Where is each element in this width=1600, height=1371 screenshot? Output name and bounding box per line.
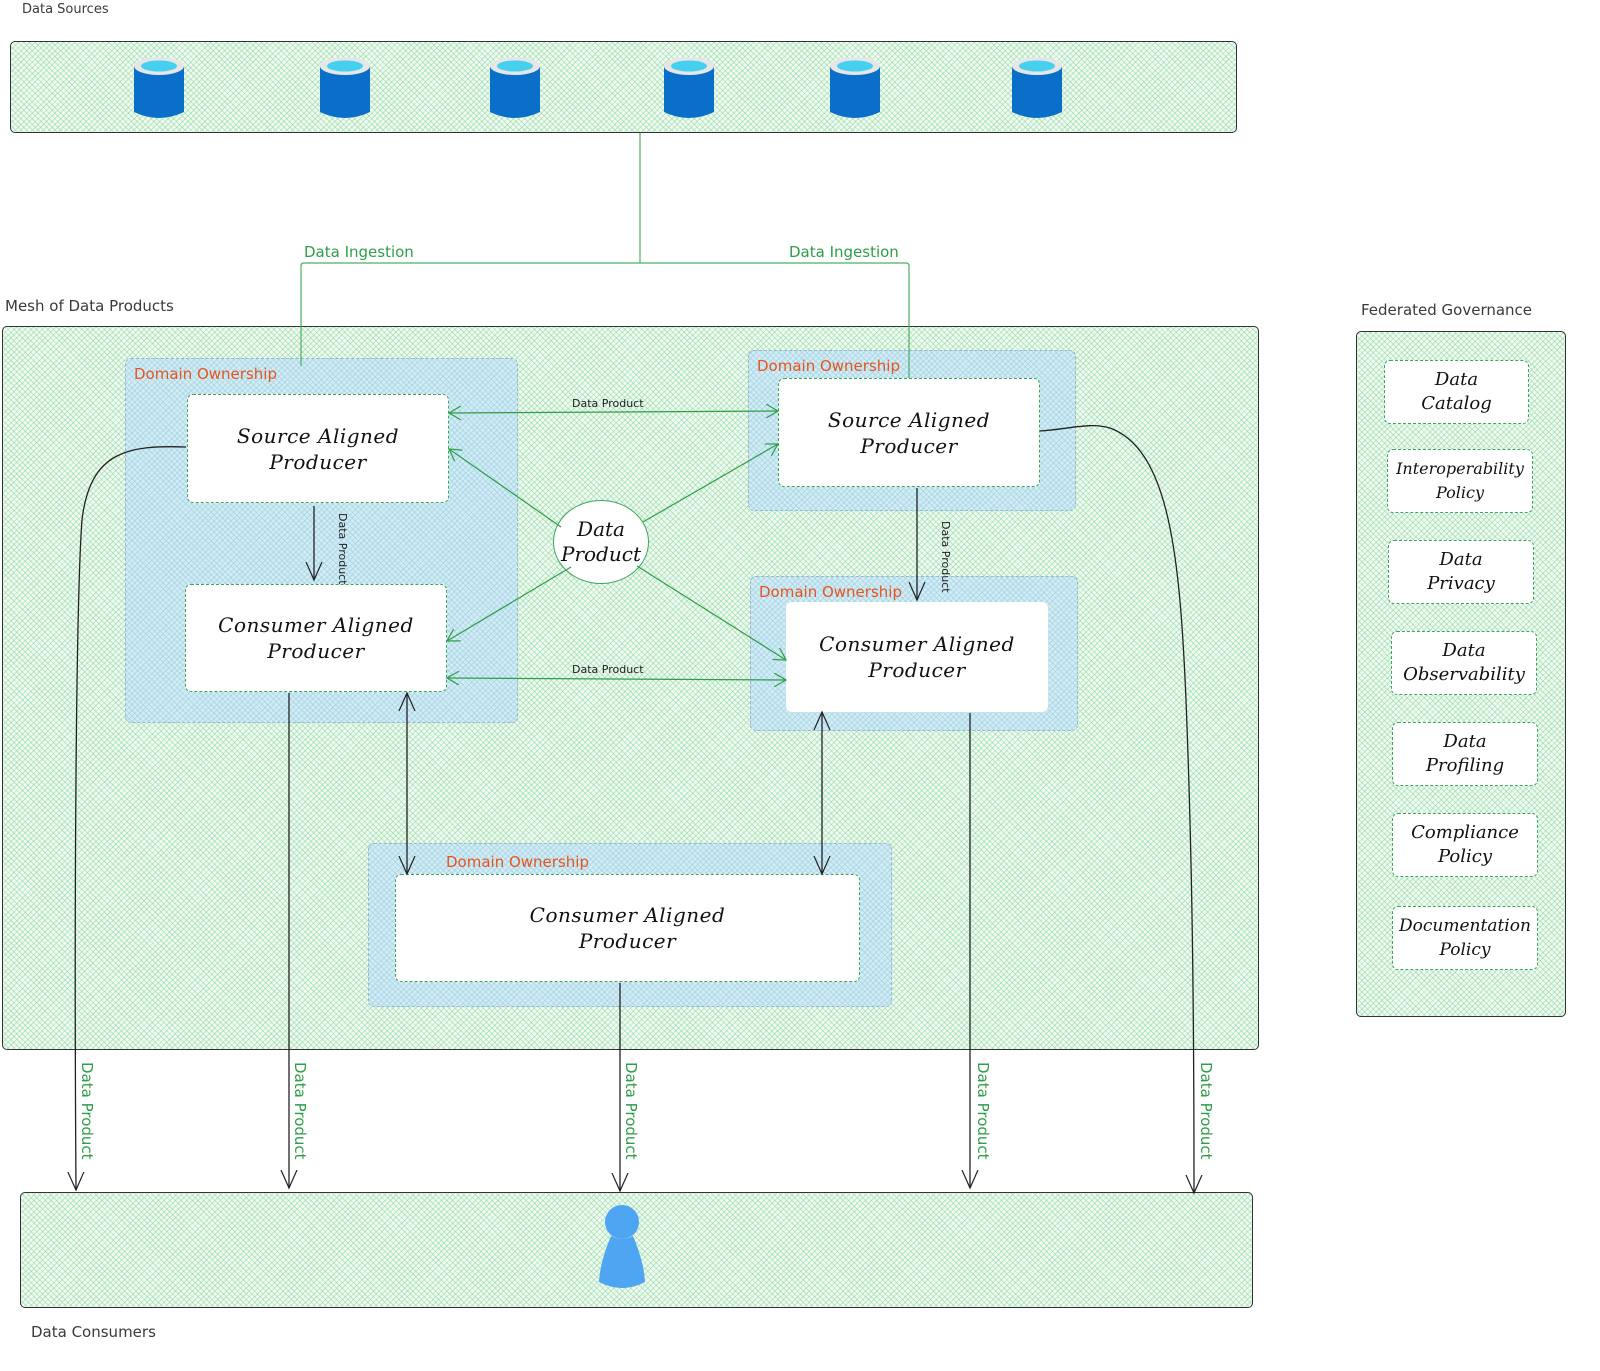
node-line: Producer [269,449,367,474]
database-cylinder-icon [829,56,881,122]
edge-label-right-vertical: Data Product [939,521,952,593]
edge-label-bottom: Data Product [572,663,644,676]
ingestion-label-left: Data Ingestion [304,243,414,261]
edge-label-top: Data Product [572,397,644,410]
gov-line: Policy [1438,846,1492,867]
gov-line: Policy [1436,483,1484,502]
database-cylinder-icon [489,56,541,122]
edge-label-left-vertical: Data Product [336,513,349,585]
mesh-label: Mesh of Data Products [5,297,174,315]
gov-line: Observability [1403,664,1525,685]
hub-line: Data [577,517,625,541]
output-label-1: Data Product [78,1062,96,1160]
gov-line: Data [1443,731,1487,752]
database-cylinder-icon [319,56,371,122]
domain-ownership-label: Domain Ownership [446,853,589,871]
node-line: Source Aligned [827,407,991,432]
governance-data-profiling[interactable]: Data Profiling [1392,722,1538,786]
gov-line: Privacy [1427,573,1495,594]
source-aligned-producer-1[interactable]: Source Aligned Producer [187,394,449,503]
gov-line: Profiling [1425,755,1505,776]
node-line: Source Aligned [236,423,400,448]
governance-interoperability-policy[interactable]: Interoperability Policy [1387,449,1533,513]
output-label-2: Data Product [291,1062,309,1160]
data-sources-container [10,41,1237,133]
database-cylinder-icon [1011,56,1063,122]
database-cylinder-icon [133,56,185,122]
gov-line: Interoperability [1396,459,1524,478]
node-line: Consumer Aligned [819,632,1015,656]
governance-data-catalog[interactable]: Data Catalog [1384,360,1529,424]
gov-line: Catalog [1421,393,1492,414]
gov-line: Data [1442,640,1486,661]
domain-ownership-label: Domain Ownership [757,357,900,375]
node-line: Consumer Aligned [218,613,414,637]
database-cylinder-icon [663,56,715,122]
node-line: Producer [860,433,958,458]
data-sources-label: Data Sources [22,2,109,17]
governance-label: Federated Governance [1361,301,1533,319]
gov-line: Compliance [1411,822,1519,843]
consumers-container [20,1192,1253,1308]
hub-line: Product [561,542,641,566]
data-product-hub[interactable]: Data Product [553,500,649,584]
output-label-5: Data Product [1197,1062,1215,1160]
node-line: Producer [267,639,365,663]
consumer-aligned-producer-1[interactable]: Consumer Aligned Producer [185,584,447,692]
gov-line: Data [1439,549,1483,570]
source-aligned-producer-2[interactable]: Source Aligned Producer [778,378,1040,487]
consumer-aligned-producer-3[interactable]: Consumer Aligned Producer [395,874,860,982]
node-line: Producer [578,929,677,953]
governance-documentation-policy[interactable]: Documentation Policy [1392,906,1538,970]
node-line: Producer [868,658,966,682]
governance-data-privacy[interactable]: Data Privacy [1388,540,1534,604]
gov-line: Data [1434,369,1479,390]
output-label-4: Data Product [974,1062,992,1160]
gov-line: Documentation [1399,916,1531,936]
ingestion-label-right: Data Ingestion [789,243,899,261]
consumers-label: Data Consumers [31,1323,156,1341]
output-label-3: Data Product [622,1062,640,1160]
domain-ownership-label: Domain Ownership [759,583,902,601]
governance-compliance-policy[interactable]: Compliance Policy [1392,813,1538,877]
node-line: Consumer Aligned [529,903,726,927]
consumer-aligned-producer-2[interactable]: Consumer Aligned Producer [786,602,1048,712]
domain-ownership-label: Domain Ownership [134,365,277,383]
governance-data-observability[interactable]: Data Observability [1391,631,1537,695]
gov-line: Policy [1439,940,1491,960]
